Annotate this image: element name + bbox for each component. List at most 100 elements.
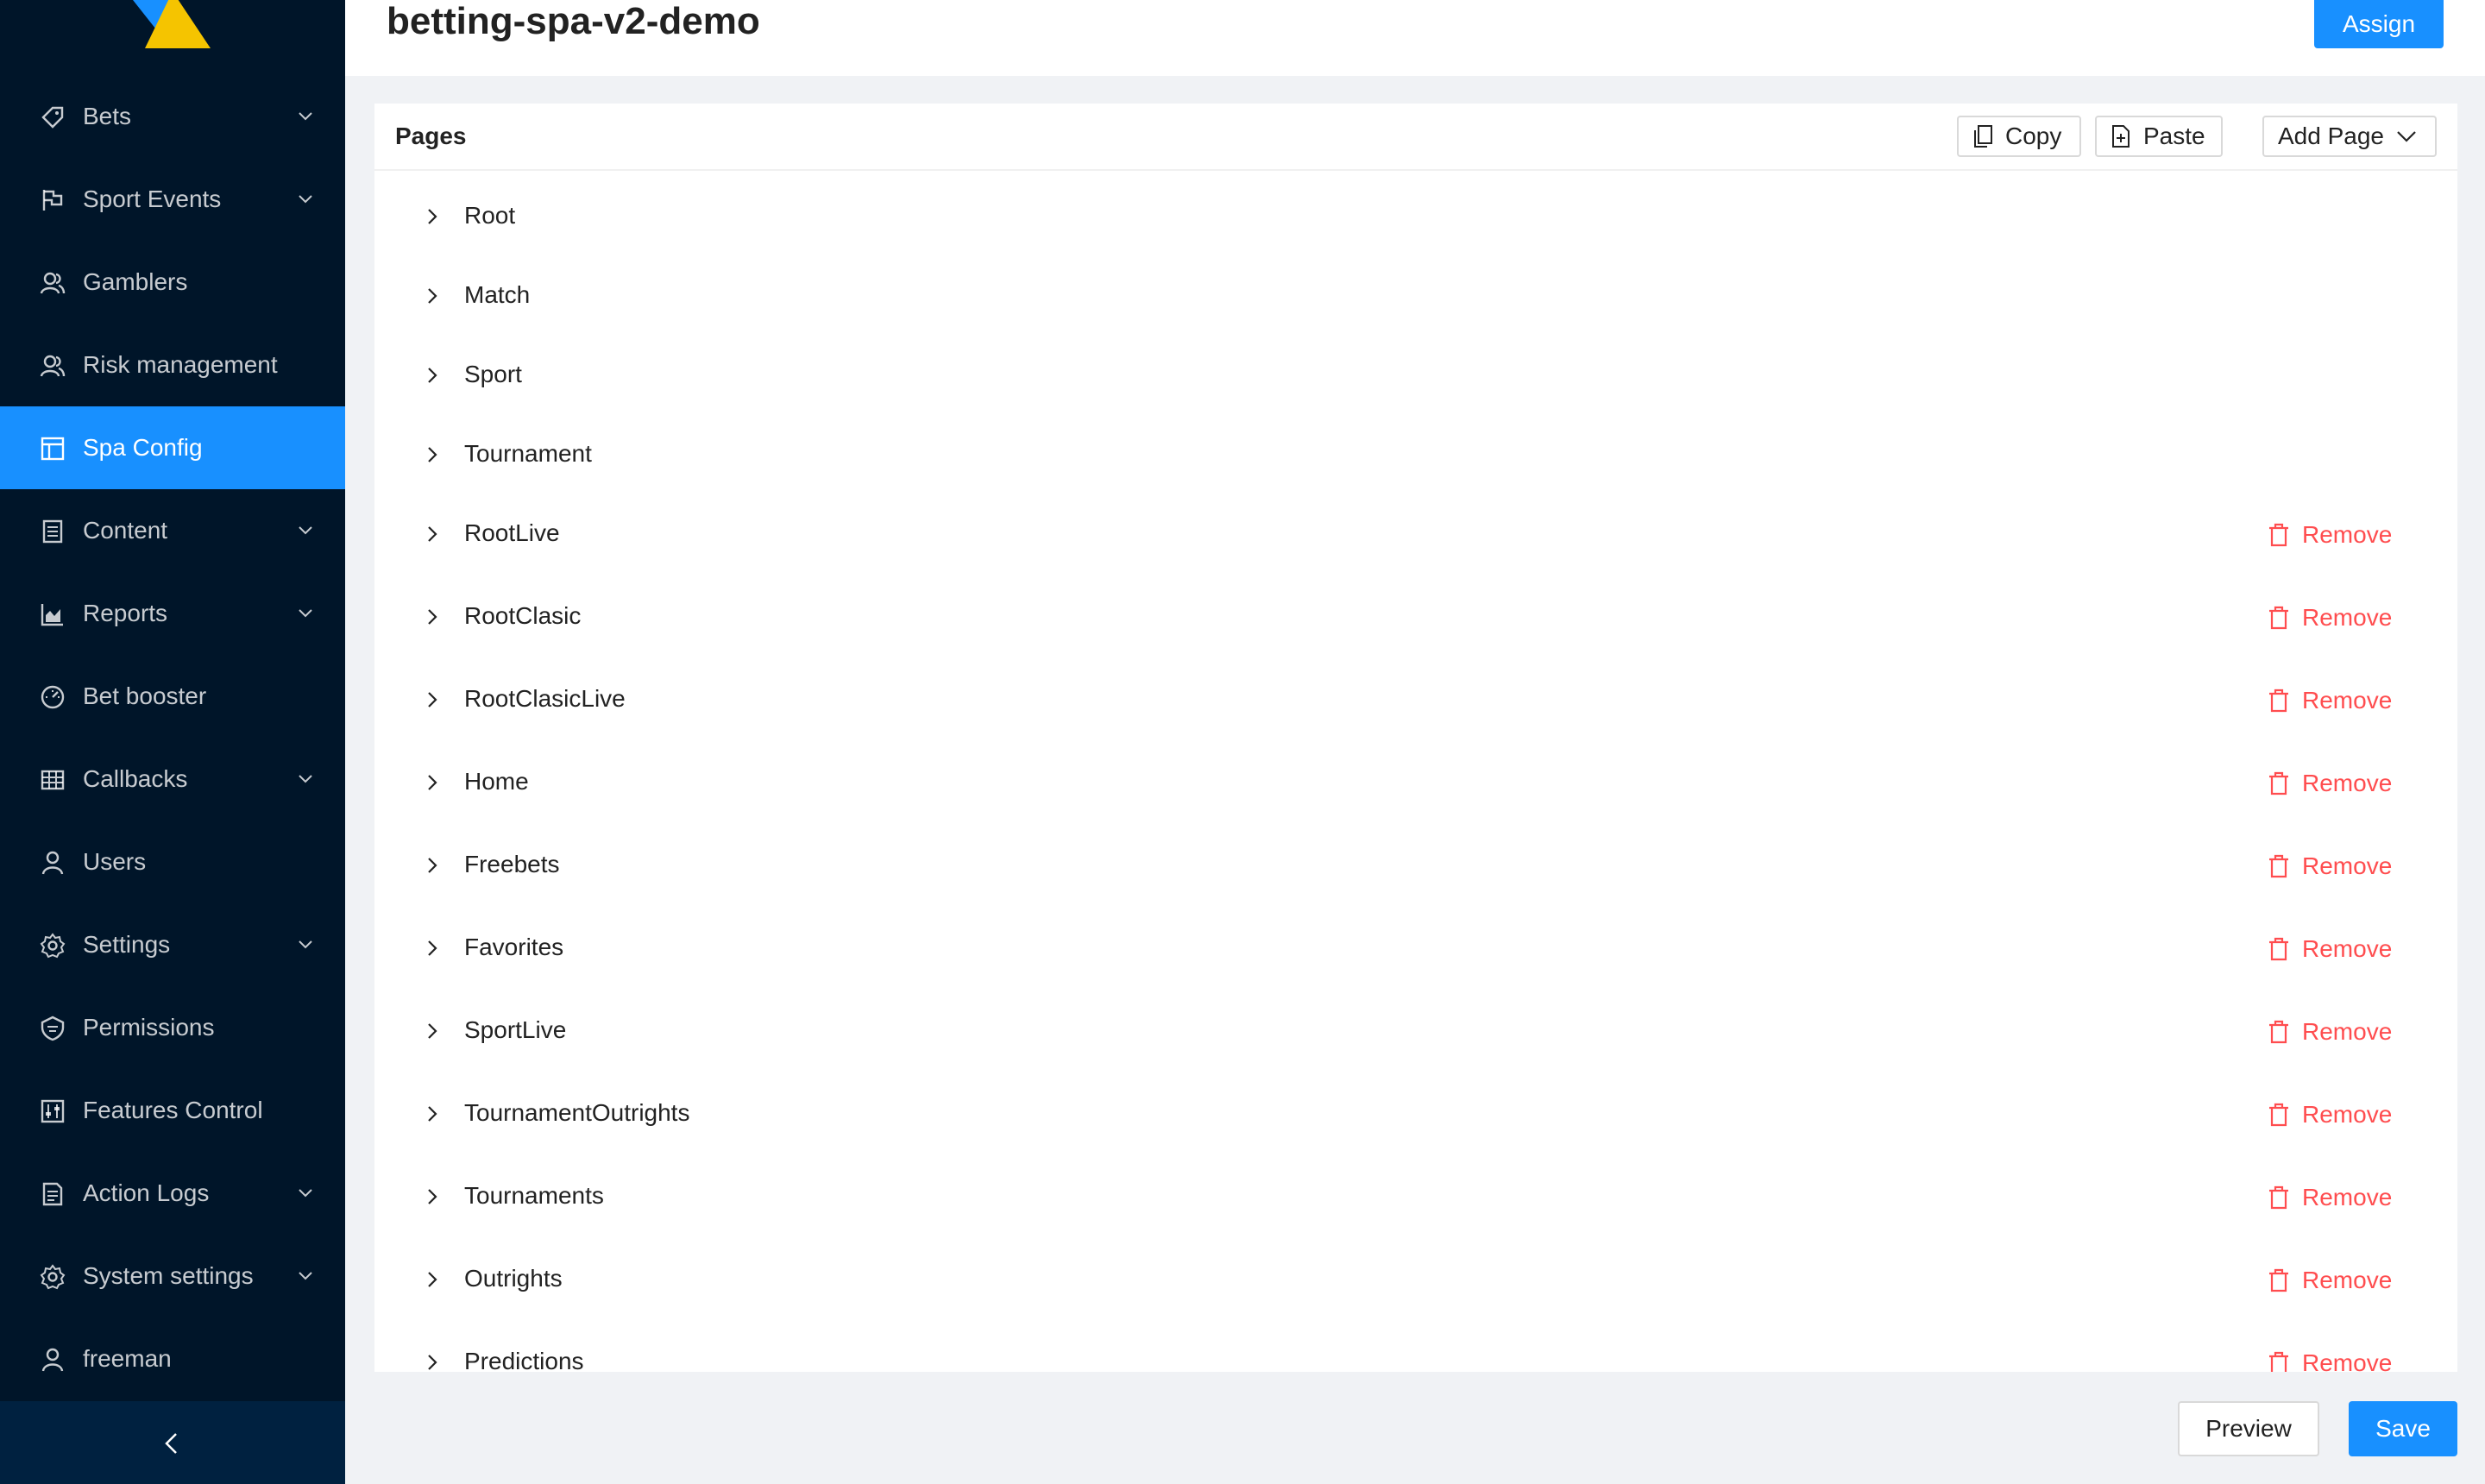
sidebar-item-label: System settings: [83, 1262, 254, 1289]
remove-page-button[interactable]: Remove: [2268, 1018, 2392, 1046]
remove-page-button[interactable]: Remove: [2268, 1267, 2392, 1294]
sidebar-item-spa-config[interactable]: Spa Config: [0, 406, 345, 489]
sidebar-item-callbacks[interactable]: Callbacks: [0, 738, 345, 821]
tree-node-label: Home: [464, 768, 529, 795]
remove-page-button[interactable]: Remove: [2268, 604, 2392, 632]
chevron-right-icon[interactable]: [426, 1353, 438, 1372]
layout-icon: [41, 437, 65, 461]
tree-node[interactable]: Match: [374, 269, 2457, 321]
sidebar-item-bet-booster[interactable]: Bet booster: [0, 655, 345, 738]
tree-node[interactable]: Sport: [374, 349, 2457, 400]
trash-icon: [2269, 1103, 2288, 1127]
tree-node[interactable]: Root: [374, 190, 2457, 242]
tree-node[interactable]: Predictions Remove: [374, 1336, 2457, 1372]
tree-node[interactable]: SportLive Remove: [374, 1004, 2457, 1056]
save-button[interactable]: Save: [2349, 1401, 2457, 1456]
sidebar-item-label: Gamblers: [83, 268, 188, 295]
file-add-icon: [2112, 125, 2130, 148]
tree-node[interactable]: Tournament: [374, 428, 2457, 480]
sidebar-item-sport-events[interactable]: Sport Events: [0, 158, 345, 241]
tree-node[interactable]: Outrights Remove: [374, 1253, 2457, 1305]
trash-icon: [2269, 937, 2288, 961]
sidebar-item-freeman[interactable]: freeman: [0, 1317, 345, 1400]
sidebar-item-system-settings[interactable]: System settings: [0, 1235, 345, 1317]
chevron-left-icon: [165, 1433, 177, 1454]
users-icon: [40, 355, 66, 377]
tree-node[interactable]: Home Remove: [374, 756, 2457, 808]
remove-page-button[interactable]: Remove: [2268, 521, 2392, 549]
sidebar-item-permissions[interactable]: Permissions: [0, 986, 345, 1069]
sidebar-item-settings[interactable]: Settings: [0, 903, 345, 986]
dashboard-icon: [41, 685, 65, 709]
app-logo[interactable]: [129, 0, 216, 48]
chevron-right-icon[interactable]: [426, 207, 438, 226]
sidebar-item-label: Features Control: [83, 1097, 263, 1123]
chevron-down-icon: [299, 112, 312, 121]
trash-icon: [2269, 606, 2288, 630]
sidebar-item-users[interactable]: Users: [0, 821, 345, 903]
remove-page-button[interactable]: Remove: [2268, 1349, 2392, 1372]
trash-icon: [2269, 523, 2288, 547]
sidebar-item-label: Bet booster: [83, 682, 207, 709]
tree-node[interactable]: Tournaments Remove: [374, 1170, 2457, 1222]
chevron-right-icon[interactable]: [426, 1270, 438, 1289]
pages-card-title: Pages: [395, 123, 467, 149]
tree-node[interactable]: RootLive Remove: [374, 507, 2457, 559]
users-icon: [40, 272, 66, 294]
user-icon: [41, 1348, 64, 1372]
copy-button[interactable]: Copy: [1957, 116, 2081, 157]
sidebar-item-label: Spa Config: [83, 434, 203, 461]
trash-icon: [2269, 1185, 2288, 1210]
tree-node[interactable]: Favorites Remove: [374, 921, 2457, 973]
remove-page-button[interactable]: Remove: [2268, 1184, 2392, 1211]
chevron-down-icon: [299, 775, 312, 783]
chevron-right-icon[interactable]: [426, 286, 438, 305]
chevron-right-icon[interactable]: [426, 525, 438, 544]
tree-node-label: Tournament: [464, 440, 592, 467]
tree-node-label: RootLive: [464, 519, 560, 546]
chevron-right-icon[interactable]: [426, 690, 438, 709]
remove-label: Remove: [2302, 1101, 2393, 1128]
chevron-right-icon[interactable]: [426, 445, 438, 464]
trash-icon: [2269, 689, 2288, 713]
remove-page-button[interactable]: Remove: [2268, 852, 2392, 880]
chevron-right-icon[interactable]: [426, 1022, 438, 1041]
remove-label: Remove: [2302, 852, 2393, 879]
sidebar-item-risk-management[interactable]: Risk management: [0, 324, 345, 406]
remove-page-button[interactable]: Remove: [2268, 1101, 2392, 1129]
tree-node[interactable]: RootClasicLive Remove: [374, 673, 2457, 725]
chevron-right-icon[interactable]: [426, 773, 438, 792]
paste-button[interactable]: Paste: [2095, 116, 2223, 157]
chevron-right-icon[interactable]: [426, 939, 438, 958]
document-icon: [42, 519, 63, 544]
trash-icon: [2269, 771, 2288, 795]
tree-node[interactable]: TournamentOutrights Remove: [374, 1087, 2457, 1139]
sidebar-item-action-logs[interactable]: Action Logs: [0, 1152, 345, 1235]
chevron-right-icon[interactable]: [426, 607, 438, 626]
sidebar-item-reports[interactable]: Reports: [0, 572, 345, 655]
sidebar-collapse-button[interactable]: [0, 1401, 345, 1484]
remove-page-button[interactable]: Remove: [2268, 935, 2392, 963]
preview-button[interactable]: Preview: [2178, 1401, 2319, 1456]
sidebar-item-bets[interactable]: Bets: [0, 75, 345, 158]
chevron-right-icon[interactable]: [426, 856, 438, 875]
chevron-right-icon[interactable]: [426, 366, 438, 385]
user-icon: [41, 851, 64, 875]
remove-label: Remove: [2302, 1018, 2393, 1045]
tree-node[interactable]: Freebets Remove: [374, 839, 2457, 890]
remove-page-button[interactable]: Remove: [2268, 770, 2392, 797]
sidebar-item-gamblers[interactable]: Gamblers: [0, 241, 345, 324]
chevron-right-icon[interactable]: [426, 1187, 438, 1206]
tree-node-label: TournamentOutrights: [464, 1099, 690, 1126]
tree-node-label: RootClasicLive: [464, 685, 626, 712]
remove-label: Remove: [2302, 1267, 2393, 1293]
trash-icon: [2269, 1268, 2288, 1292]
tree-node[interactable]: RootClasic Remove: [374, 590, 2457, 642]
sidebar-item-content[interactable]: Content: [0, 489, 345, 572]
sidebar-item-features-control[interactable]: Features Control: [0, 1069, 345, 1152]
remove-page-button[interactable]: Remove: [2268, 687, 2392, 714]
assign-button[interactable]: Assign: [2314, 0, 2444, 48]
add-page-dropdown[interactable]: Add Page: [2262, 116, 2437, 157]
tree-node-label: Tournaments: [464, 1182, 604, 1209]
chevron-right-icon[interactable]: [426, 1104, 438, 1123]
